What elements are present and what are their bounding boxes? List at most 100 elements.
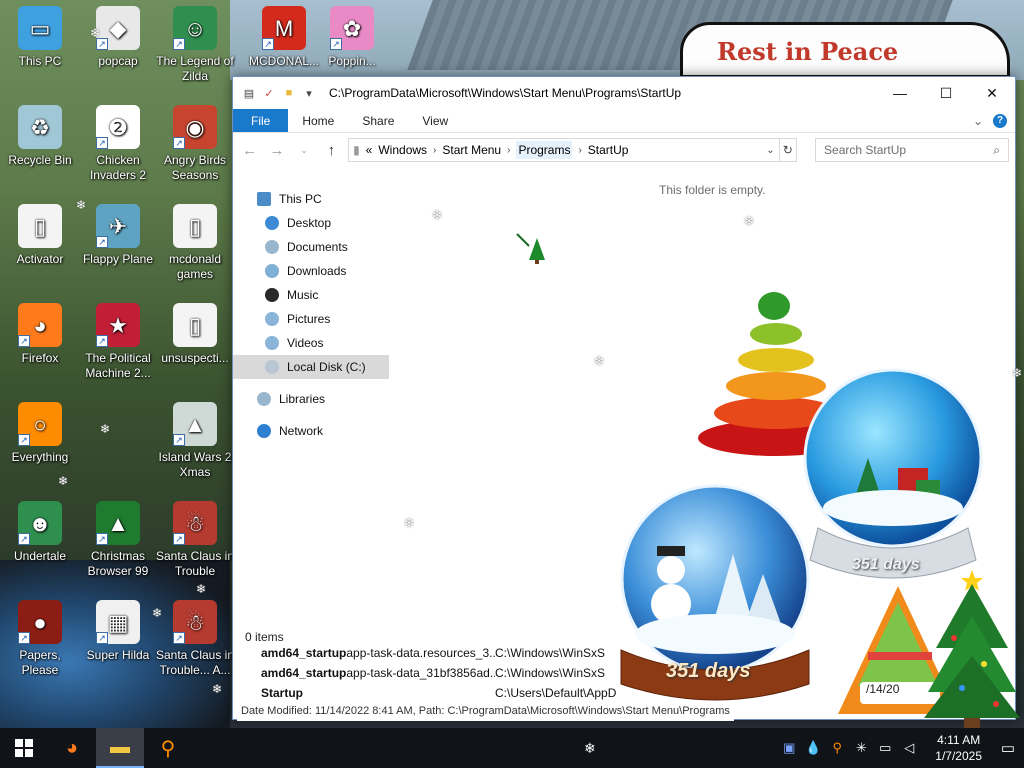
shortcut-arrow-icon: ↗ (173, 137, 185, 149)
nav-desktop[interactable]: Desktop (233, 211, 389, 235)
folder-icon: ▮ (353, 143, 360, 157)
ribbon-right: ⌄ ? (973, 109, 1015, 132)
desktop-icon-island-wars-2-xmas[interactable]: ▲ ↗ Island Wars 2 Xmas (155, 402, 235, 480)
maximize-button[interactable]: ☐ (923, 77, 969, 109)
back-button[interactable]: ← (239, 139, 260, 161)
desktop-icon-recycle-bin[interactable]: ♻ Recycle Bin (0, 105, 80, 168)
shortcut-arrow-icon: ↗ (96, 236, 108, 248)
popcap-icon: ◆ ↗ (96, 6, 140, 50)
nav-local-disk[interactable]: Local Disk (C:) (233, 355, 389, 379)
tab-view[interactable]: View (408, 109, 462, 132)
nav-this-pc[interactable]: This PC (233, 187, 389, 211)
nav-music[interactable]: Music (233, 283, 389, 307)
window-icon[interactable]: ▤ (241, 85, 257, 101)
desktop-icon-santa-claus-in-trouble-2[interactable]: ☃ ↗ Santa Claus in Trouble... A... (155, 600, 235, 678)
nav-documents[interactable]: Documents (233, 235, 389, 259)
address-bar[interactable]: ▮ « Windows › Start Menu › Programs › St… (348, 138, 780, 162)
snowflake-icon: ❄ (196, 582, 207, 596)
nav-label: Videos (287, 336, 324, 350)
chevron-right-icon[interactable]: › (578, 145, 581, 156)
close-button[interactable]: ✕ (969, 77, 1015, 109)
window-controls: — ☐ ✕ (877, 77, 1015, 109)
desktop-icon-chicken-invaders-2[interactable]: ❷ ↗ Chicken Invaders 2 (78, 105, 158, 183)
music-icon (265, 288, 279, 302)
expand-ribbon-icon[interactable]: ⌄ (973, 114, 983, 128)
tray-app-icon[interactable]: ▣ (781, 740, 797, 756)
taskbar-firefox[interactable]: ◕ (48, 728, 96, 768)
wallpaper-sign-text: Rest in Peace (717, 37, 899, 66)
volume-icon[interactable]: ◁ (901, 740, 917, 756)
customize-toolbar-icon[interactable]: ▾ (301, 85, 317, 101)
desktop-icon-label: Super Hilda (86, 648, 150, 662)
help-icon[interactable]: ? (993, 113, 1007, 128)
taskbar-file-explorer[interactable]: ▬ (96, 728, 144, 768)
wallpaper-sign: Rest in Peace (680, 22, 1010, 78)
recent-locations-icon[interactable]: ⌄ (294, 139, 315, 161)
desktop-icon-legend-of-zilda[interactable]: ☺ ↗ The Legend of Zilda (155, 6, 235, 84)
nav-pictures[interactable]: Pictures (233, 307, 389, 331)
forward-button[interactable]: → (266, 139, 287, 161)
desktop-icon-super-hilda[interactable]: ▦ ↗ Super Hilda (78, 600, 158, 663)
desktop-icon-everything[interactable]: ○ ↗ Everything (0, 402, 80, 465)
taskbar-everything[interactable]: ⚲ (144, 728, 192, 768)
snowflake-icon: ❄ (584, 740, 596, 756)
chevron-down-icon[interactable]: ⌄ (766, 145, 774, 156)
address-segment-start-menu[interactable]: Start Menu (442, 143, 501, 157)
nav-network[interactable]: Network (233, 419, 389, 443)
nav-libraries[interactable]: Libraries (233, 387, 389, 411)
desktop-icon-firefox[interactable]: ◕ ↗ Firefox (0, 303, 80, 366)
everything-tray-icon[interactable]: ⚲ (829, 740, 845, 756)
island-wars-2-xmas-icon: ▲ ↗ (173, 402, 217, 446)
downloads-icon (265, 264, 279, 278)
start-button[interactable] (0, 728, 48, 768)
desktop-icon-activator[interactable]: ▯ Activator (0, 204, 80, 267)
snowflake-tray-icon[interactable]: ✳ (853, 740, 869, 756)
address-segment-programs[interactable]: Programs (516, 141, 573, 159)
desktop-icon-papers-please[interactable]: ● ↗ Papers, Please (0, 600, 80, 678)
tab-file[interactable]: File (233, 109, 289, 132)
pig-game-icon: ✿ ↗ (330, 6, 374, 50)
properties-icon[interactable]: ✓ (261, 85, 277, 101)
desktop-icon-this-pc[interactable]: ▭ This PC (0, 6, 80, 69)
computer-icon (257, 192, 271, 206)
desktop-icon-label: Papers, Please (19, 648, 61, 677)
desktop-icon-santa-claus-in-trouble[interactable]: ☃ ↗ Santa Claus in Trouble (155, 501, 235, 579)
desktop-icon-christmas-browser-99[interactable]: ▲ ↗ Christmas Browser 99 (78, 501, 158, 579)
nav-downloads[interactable]: Downloads (233, 259, 389, 283)
minimize-button[interactable]: — (877, 77, 923, 109)
desktop-icon-flappy-plane[interactable]: ✈ ↗ Flappy Plane (78, 204, 158, 267)
empty-folder-message: This folder is empty. (659, 183, 766, 197)
chevron-right-icon[interactable]: › (433, 145, 436, 156)
desktop-icon-pig-game[interactable]: ✿ ↗ Poppin... (312, 6, 392, 69)
tab-home[interactable]: Home (288, 109, 348, 132)
window-title: C:\ProgramData\Microsoft\Windows\Start M… (329, 86, 682, 100)
nav-label: Pictures (287, 312, 331, 326)
refresh-button[interactable]: ↻ (779, 138, 798, 162)
desktop-icon-political-machine[interactable]: ★ ↗ The Political Machine 2... (78, 303, 158, 381)
search-input[interactable]: Search StartUp ⌕ (815, 138, 1009, 162)
desktop-icon-angry-birds-seasons[interactable]: ◉ ↗ Angry Birds Seasons (155, 105, 235, 183)
title-bar[interactable]: ▤ ✓ ■ ▾ C:\ProgramData\Microsoft\Windows… (233, 77, 1015, 109)
desktop-icon-mcdonald-games[interactable]: ▯ mcdonald games (155, 204, 235, 282)
santa-claus-in-trouble-icon: ☃ ↗ (173, 501, 217, 545)
tab-share[interactable]: Share (348, 109, 408, 132)
address-overflow[interactable]: « (366, 143, 373, 157)
notifications-icon[interactable]: ▭ (1000, 740, 1016, 757)
result-name-rest: app-task-data.resources_3... (346, 646, 495, 660)
new-folder-icon[interactable]: ■ (281, 85, 297, 101)
nav-label: Music (287, 288, 319, 302)
chevron-right-icon[interactable]: › (507, 145, 510, 156)
nav-videos[interactable]: Videos (233, 331, 389, 355)
desktop-icon-undertale[interactable]: ☻ ↗ Undertale (0, 501, 80, 564)
search-icon: ⌕ (993, 142, 1000, 157)
water-drop-icon[interactable]: 💧 (805, 740, 821, 756)
network-icon[interactable]: ▭ (877, 740, 893, 756)
up-button[interactable]: ↑ (321, 139, 342, 161)
everything-icon: ○ ↗ (18, 402, 62, 446)
address-segment-startup[interactable]: StartUp (588, 143, 629, 157)
desktop-icon-unsuspecting-file[interactable]: ▯ unsuspecti... (155, 303, 235, 366)
address-segment-windows[interactable]: Windows (378, 143, 427, 157)
clock[interactable]: 4:11 AM 1/7/2025 (925, 732, 992, 764)
desktop-icon-label: Firefox (21, 351, 59, 365)
